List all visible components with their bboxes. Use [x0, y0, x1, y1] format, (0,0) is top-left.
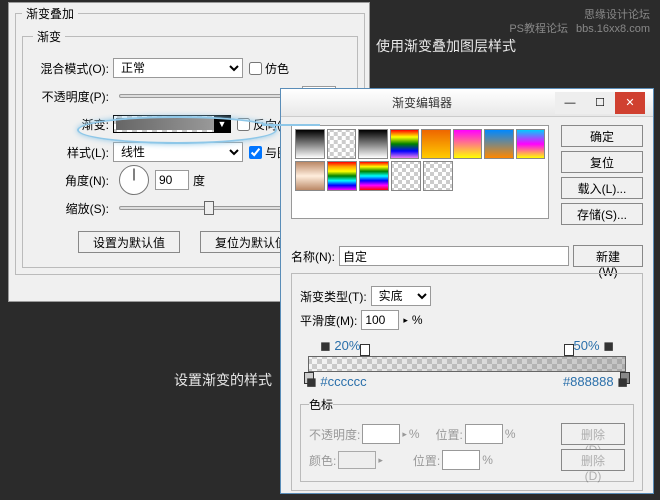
maximize-button[interactable]: ☐: [585, 92, 615, 114]
opacity-stop-right: 50% ◼: [574, 338, 614, 354]
gradient-editor-window: 渐变编辑器 — ☐ ✕: [280, 88, 654, 494]
preset-swatch[interactable]: [327, 161, 357, 191]
style-label: 样式(L):: [33, 144, 113, 161]
annotation-use-style: 使用渐变叠加图层样式: [376, 36, 516, 56]
load-button[interactable]: 载入(L)...: [561, 177, 643, 199]
percent-label: %: [412, 313, 423, 327]
opacity-stop-left: ◼ 20%: [320, 338, 360, 354]
preset-swatch[interactable]: [295, 129, 325, 159]
stop-position-label: 位置:: [436, 426, 463, 443]
minimize-button[interactable]: —: [555, 92, 585, 114]
preset-swatch[interactable]: [484, 129, 514, 159]
reverse-checkbox[interactable]: [237, 118, 250, 131]
opacity-slider[interactable]: [119, 94, 296, 98]
stop-position-input-2: [442, 450, 480, 470]
ok-button[interactable]: 确定: [561, 125, 643, 147]
smooth-label: 平滑度(M):: [300, 312, 357, 329]
scale-slider[interactable]: [119, 206, 296, 210]
type-label: 渐变类型(T):: [300, 288, 367, 305]
dither-label: 仿色: [265, 60, 289, 77]
dropdown-icon[interactable]: ▸: [403, 315, 408, 326]
degree-label: 度: [193, 172, 205, 189]
dropdown-arrow-icon[interactable]: ▼: [214, 116, 230, 132]
stops-title: 色标: [309, 396, 333, 413]
stop-position-input: [465, 424, 503, 444]
inner-title: 渐变: [33, 28, 65, 45]
stop-opacity-input: [362, 424, 400, 444]
smooth-input[interactable]: [361, 310, 399, 330]
blend-label: 混合模式(O):: [33, 60, 113, 77]
opacity-label: 不透明度(P):: [33, 88, 113, 105]
preset-swatch[interactable]: [516, 129, 546, 159]
style-select[interactable]: 线性: [113, 142, 243, 162]
blend-mode-select[interactable]: 正常: [113, 58, 243, 78]
stop-color-label: 颜色:: [309, 452, 336, 469]
opacity-stop-handle[interactable]: [564, 344, 574, 356]
preset-swatch[interactable]: [327, 129, 357, 159]
gradient-label: 渐变:: [33, 116, 113, 133]
annotation-set-style: 设置渐变的样式: [174, 370, 272, 390]
scale-label: 缩放(S):: [33, 200, 113, 217]
set-default-button[interactable]: 设置为默认值: [78, 231, 180, 253]
titlebar-title: 渐变编辑器: [289, 94, 555, 111]
dither-checkbox[interactable]: [249, 62, 262, 75]
preset-list[interactable]: [291, 125, 549, 219]
opacity-stop-handle[interactable]: [360, 344, 370, 356]
stop-color-swatch: [338, 451, 376, 469]
titlebar[interactable]: 渐变编辑器 — ☐ ✕: [281, 89, 653, 117]
connector-line: [262, 124, 320, 126]
angle-input[interactable]: [155, 170, 189, 190]
preset-swatch[interactable]: [421, 129, 451, 159]
type-select[interactable]: 实底: [371, 286, 431, 306]
preset-swatch[interactable]: [453, 129, 483, 159]
watermark: 思缘设计论坛 PS教程论坛bbs.16xx8.com: [509, 8, 650, 37]
close-button[interactable]: ✕: [615, 92, 645, 114]
align-checkbox[interactable]: [249, 146, 262, 159]
name-input[interactable]: [339, 246, 569, 266]
cancel-button[interactable]: 复位: [561, 151, 643, 173]
delete-stop-button-2: 删除(D): [561, 449, 625, 471]
preset-swatch[interactable]: [390, 129, 420, 159]
angle-dial[interactable]: [119, 165, 149, 195]
preset-swatch[interactable]: [391, 161, 421, 191]
gradient-bar[interactable]: [308, 356, 626, 372]
group-title: 渐变叠加: [22, 5, 78, 22]
preset-swatch[interactable]: [359, 161, 389, 191]
stop-opacity-label: 不透明度:: [309, 426, 360, 443]
stop-position-label-2: 位置:: [413, 452, 440, 469]
color-stop-right: #888888 ◼: [563, 374, 628, 390]
name-label: 名称(N):: [291, 248, 335, 265]
preset-swatch[interactable]: [295, 161, 325, 191]
color-stop-left: ◼ #cccccc: [306, 374, 367, 390]
gradient-swatch[interactable]: ▼: [113, 115, 231, 133]
angle-label: 角度(N):: [33, 172, 113, 189]
save-button[interactable]: 存储(S)...: [561, 203, 643, 225]
preset-swatch[interactable]: [423, 161, 453, 191]
delete-stop-button: 删除(D): [561, 423, 625, 445]
preset-swatch[interactable]: [358, 129, 388, 159]
new-button[interactable]: 新建(W): [573, 245, 643, 267]
